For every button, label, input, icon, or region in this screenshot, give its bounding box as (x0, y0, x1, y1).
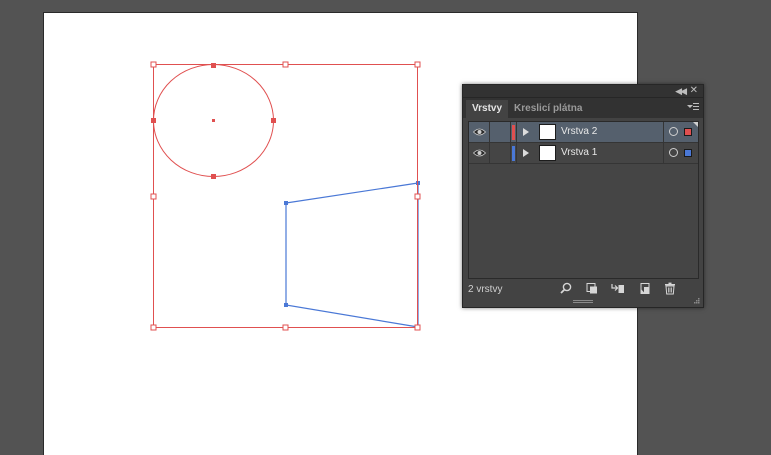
layer-name[interactable]: Vrstva 1 (561, 147, 597, 158)
target-cell (663, 143, 698, 163)
panel-menu-icon[interactable] (687, 102, 699, 112)
selection-indicator[interactable] (684, 149, 692, 157)
lock-toggle[interactable] (490, 122, 511, 142)
new-layer-icon[interactable] (638, 282, 652, 295)
close-icon[interactable]: ✕ (690, 86, 698, 96)
layer-count: 2 vrstvy (468, 284, 503, 295)
quad-anchor-4[interactable] (284, 303, 288, 307)
layer-color-indicator (512, 125, 515, 140)
handle-top-left (150, 61, 157, 68)
search-icon[interactable] (559, 282, 573, 295)
handle-middle-right (414, 193, 421, 200)
handle-top-middle (282, 61, 289, 68)
circle-anchor-top[interactable] (211, 63, 216, 68)
resize-grip-icon[interactable] (694, 298, 700, 304)
quad-shape[interactable] (285, 182, 419, 328)
target-circle-icon[interactable] (669, 127, 678, 136)
expand-triangle-icon[interactable] (523, 128, 529, 136)
collapse-icon[interactable]: ◀◀ (675, 86, 687, 96)
panel-titlebar[interactable]: ◀◀ ✕ (463, 85, 703, 98)
eye-icon (473, 128, 486, 136)
handle-bottom-middle (282, 324, 289, 331)
eye-icon (473, 149, 486, 157)
layer-row[interactable]: Vrstva 2 (469, 122, 698, 143)
panel-drag-grip[interactable] (573, 300, 593, 303)
handle-bottom-right (414, 324, 421, 331)
divider (516, 122, 517, 142)
layers-list: Vrstva 2 Vrstva 1 (468, 121, 699, 279)
divider (516, 143, 517, 163)
trash-icon[interactable] (663, 282, 677, 295)
selection-indicator[interactable] (684, 128, 692, 136)
handle-bottom-left (150, 324, 157, 331)
layer-thumbnail (539, 124, 556, 140)
tab-artboards[interactable]: Kreslicí plátna (508, 100, 588, 118)
handle-top-right (414, 61, 421, 68)
panel-tabs: Vrstvy Kreslicí plátna (463, 98, 703, 118)
handle-middle-left (150, 193, 157, 200)
panel-footer: 2 vrstvy (463, 281, 703, 297)
target-circle-icon[interactable] (669, 148, 678, 157)
layer-row[interactable]: Vrstva 1 (469, 143, 698, 164)
circle-anchor-bottom[interactable] (211, 174, 216, 179)
lock-toggle[interactable] (490, 143, 511, 163)
layers-panel: ◀◀ ✕ Vrstvy Kreslicí plátna Vrstva 2 Vrs… (462, 84, 704, 308)
target-cell (663, 122, 698, 142)
visibility-toggle[interactable] (469, 122, 490, 142)
clipping-mask-icon[interactable] (585, 282, 599, 295)
quad-anchor-1[interactable] (284, 201, 288, 205)
circle-anchor-right[interactable] (271, 118, 276, 123)
tab-layers[interactable]: Vrstvy (466, 100, 509, 118)
layer-name[interactable]: Vrstva 2 (561, 126, 597, 137)
visibility-toggle[interactable] (469, 143, 490, 163)
expand-triangle-icon[interactable] (523, 149, 529, 157)
new-sublayer-icon[interactable] (611, 282, 625, 295)
layer-color-indicator (512, 146, 515, 161)
layer-thumbnail (539, 145, 556, 161)
circle-center-point (212, 119, 215, 122)
current-layer-corner-icon (693, 122, 698, 127)
